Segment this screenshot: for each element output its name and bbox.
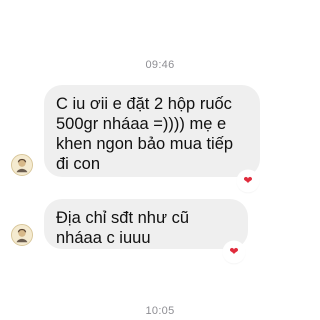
heart-icon[interactable]: ❤ <box>238 171 258 191</box>
message-bubble-1[interactable]: C iu ơii e đặt 2 hộp ruốc 500gr nháaa =)… <box>44 85 260 177</box>
chat-screen: 09:46 C iu ơii e đặt 2 hộp ruốc 500gr nh… <box>0 0 320 320</box>
avatar-illustration <box>12 225 32 245</box>
timestamp-bottom: 10:05 <box>145 305 175 317</box>
top-edge <box>0 0 320 14</box>
user-avatar-icon[interactable] <box>11 154 33 176</box>
timestamp-top: 09:46 <box>145 59 175 71</box>
avatar-illustration <box>12 155 32 175</box>
heart-icon[interactable]: ❤ <box>224 242 244 262</box>
user-avatar-icon[interactable] <box>11 224 33 246</box>
message-bubble-2[interactable]: Địa chỉ sđt như cũ nháaa c iuuu <box>44 199 248 249</box>
